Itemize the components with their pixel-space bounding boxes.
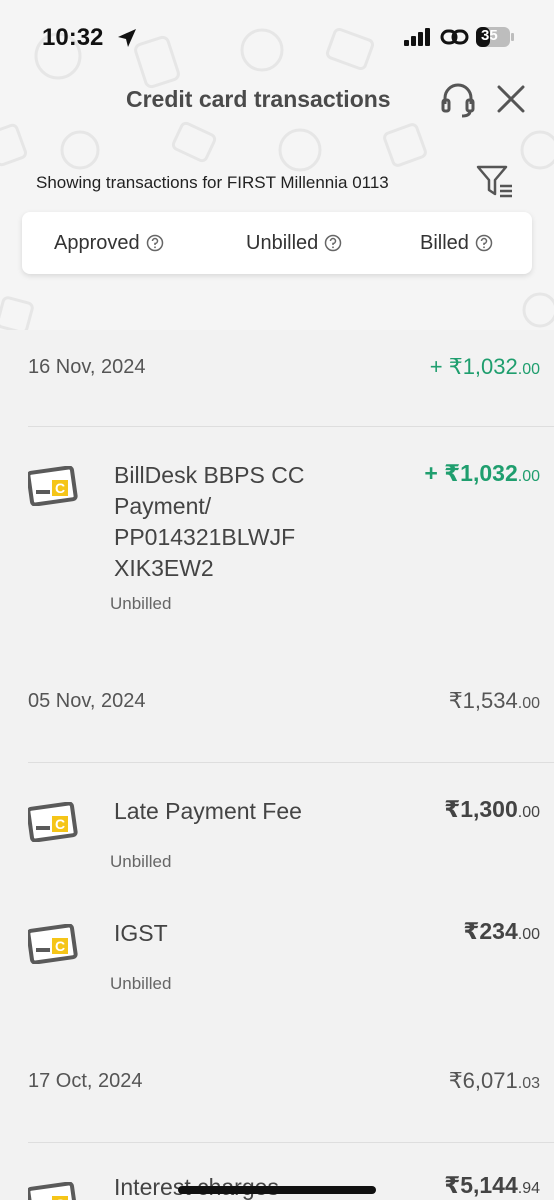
transaction-amount: ₹5,144.94 (444, 1174, 540, 1198)
transaction-tabs: Approved Unbilled Billed (22, 212, 532, 274)
tab-unbilled[interactable]: Unbilled (246, 212, 342, 274)
help-icon[interactable] (324, 234, 342, 252)
transaction-status: Unbilled (110, 974, 172, 993)
transaction-item[interactable]: C IGST ₹234.00 Unbilled (28, 916, 540, 996)
svg-text:C: C (55, 480, 65, 496)
group-total: + ₹1,032.00 (429, 354, 540, 379)
page-title: Credit card transactions (126, 86, 391, 112)
svg-text:C: C (55, 816, 65, 832)
date-group-header: 16 Nov, 2024 + ₹1,032.00 (28, 350, 540, 390)
group-date: 05 Nov, 2024 (28, 690, 146, 712)
status-bar: 10:32 35 (0, 0, 554, 72)
tab-label: Unbilled (246, 231, 319, 254)
divider (28, 762, 554, 763)
group-total: ₹6,071.03 (448, 1068, 540, 1093)
group-total: ₹1,534.00 (448, 688, 540, 713)
transaction-status: Unbilled (110, 852, 172, 871)
divider (28, 1142, 554, 1143)
status-time: 10:32 (42, 24, 104, 51)
transaction-amount: ₹1,300.00 (444, 796, 540, 822)
credit-card-icon: C (28, 1182, 78, 1200)
credit-card-icon: C (28, 466, 78, 506)
home-indicator[interactable] (178, 1186, 376, 1194)
transaction-status: Unbilled (110, 594, 172, 613)
svg-text:C: C (55, 938, 65, 954)
transaction-amount: ₹234.00 (463, 918, 540, 944)
credit-card-icon: C (28, 802, 78, 842)
tab-approved[interactable]: Approved (54, 212, 164, 274)
tab-label: Approved (54, 231, 140, 254)
group-date: 16 Nov, 2024 (28, 356, 146, 378)
help-icon[interactable] (146, 234, 164, 252)
date-group-header: 05 Nov, 2024 ₹1,534.00 (28, 684, 540, 724)
credit-card-icon: C (28, 924, 78, 964)
signal-icon (404, 28, 430, 46)
transaction-item[interactable]: C Late Payment Fee ₹1,300.00 Unbilled (28, 794, 540, 874)
transaction-description: BillDesk BBPS CC Payment/ PP014321BLWJF … (114, 462, 305, 581)
transaction-item[interactable]: C BillDesk BBPS CC Payment/ PP014321BLWJ… (28, 458, 540, 618)
transaction-description: IGST (114, 920, 168, 946)
date-group-header: 17 Oct, 2024 ₹6,071.03 (28, 1064, 540, 1104)
hotspot-link-icon (440, 29, 469, 45)
divider (28, 426, 554, 427)
transaction-description: Late Payment Fee (114, 798, 302, 824)
account-summary-text: Showing transactions for FIRST Millennia… (36, 173, 389, 192)
group-date: 17 Oct, 2024 (28, 1070, 143, 1092)
filter-icon[interactable] (476, 164, 514, 200)
transaction-amount: + ₹1,032.00 (424, 460, 540, 486)
svg-text:C: C (55, 1196, 65, 1200)
help-icon[interactable] (475, 234, 493, 252)
close-icon[interactable] (496, 84, 526, 114)
tab-billed[interactable]: Billed (420, 212, 493, 274)
location-arrow-icon (118, 29, 136, 47)
tab-label: Billed (420, 231, 469, 254)
battery-level: 35 (481, 27, 498, 44)
headset-support-icon[interactable] (440, 82, 476, 120)
